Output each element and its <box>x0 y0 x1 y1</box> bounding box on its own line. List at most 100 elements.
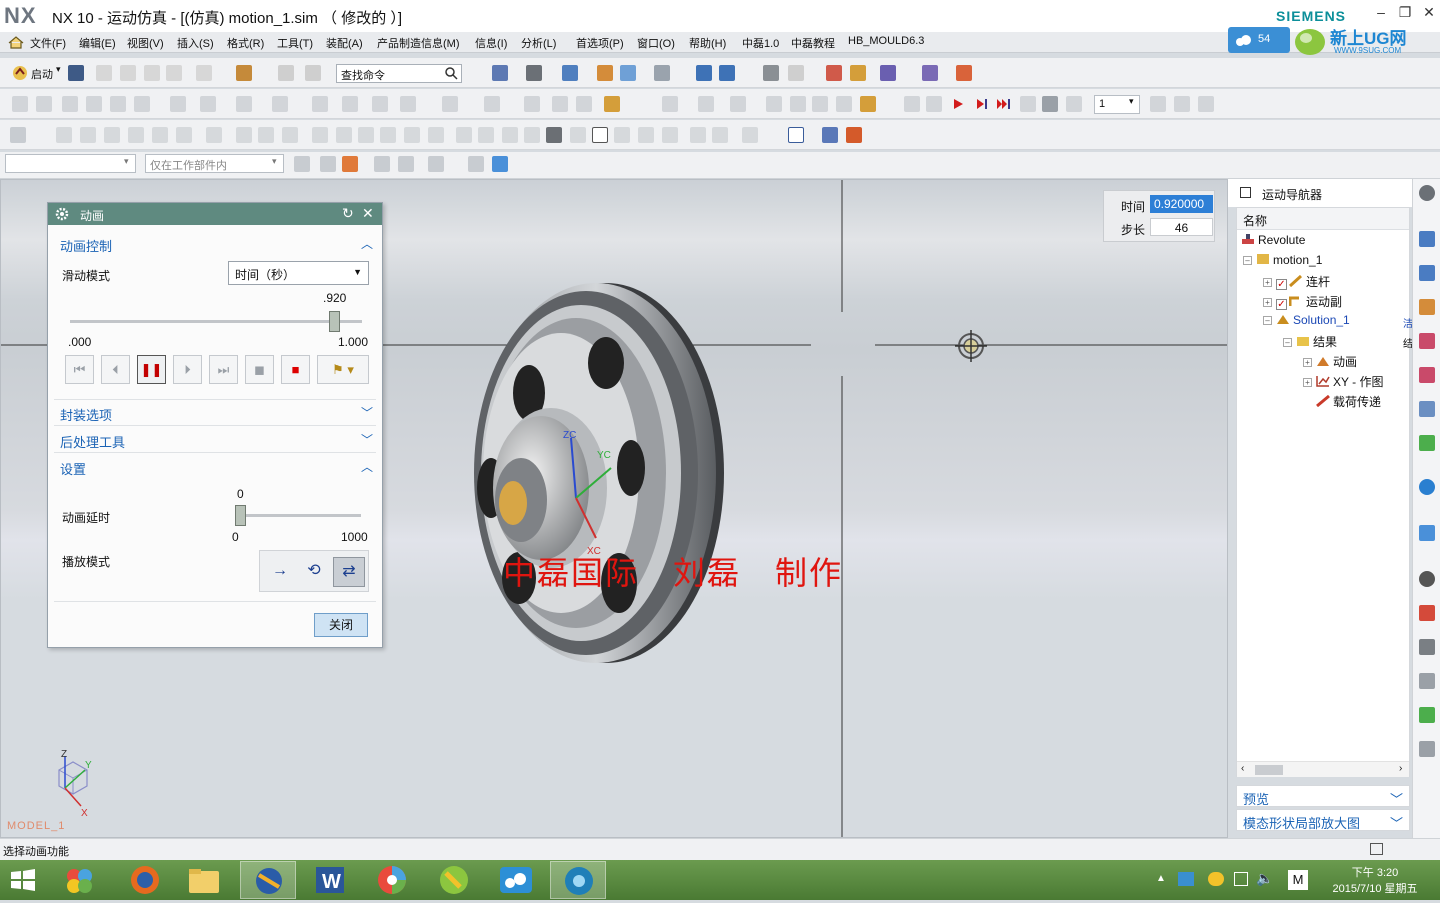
point-on-curve-icon[interactable] <box>236 127 252 143</box>
reuse-library-icon[interactable] <box>1419 367 1435 383</box>
measure-motion-icon[interactable] <box>576 96 592 112</box>
filter-reset-icon[interactable] <box>294 156 310 172</box>
menu-insert[interactable]: 插入(S) <box>177 35 214 51</box>
export-animation-button[interactable]: ⚑ ▾ <box>317 355 369 384</box>
cube-icon[interactable] <box>492 156 508 172</box>
expand-node-icon[interactable]: + <box>1263 298 1272 307</box>
export-icon[interactable] <box>730 96 746 112</box>
delay-slider-thumb[interactable] <box>235 505 246 526</box>
start-dropdown-icon[interactable]: ▾ <box>56 64 61 75</box>
volume-icon[interactable]: 🔈 <box>1256 870 1273 887</box>
deselect-icon[interactable] <box>374 156 390 172</box>
tree-node-xy-plot[interactable]: + XY - 作图 <box>1303 373 1383 393</box>
layer-icon[interactable] <box>597 65 613 81</box>
section-postprocess-tools[interactable]: 后处理工具 <box>60 432 125 451</box>
sensor-icon[interactable] <box>372 96 388 112</box>
dimension-icon[interactable] <box>956 65 972 81</box>
rewind-icon[interactable] <box>904 96 920 112</box>
scroll-left-icon[interactable]: ‹ <box>1241 763 1244 774</box>
menu-zhonglei-tutorial[interactable]: 中磊教程 <box>791 35 835 51</box>
type-filter-combo[interactable] <box>5 154 136 173</box>
curvature-icon[interactable] <box>880 65 896 81</box>
snap-select-icon[interactable] <box>398 156 414 172</box>
stop-icon[interactable] <box>1066 96 1082 112</box>
collapse-node-icon[interactable]: – <box>1283 338 1292 347</box>
rack-icon[interactable] <box>200 96 216 112</box>
grid-icon[interactable] <box>312 127 328 143</box>
undo-icon[interactable] <box>196 65 212 81</box>
navigator-preview-section[interactable]: 预览 ﹀ <box>1236 785 1410 807</box>
show-hide-icon[interactable] <box>620 65 636 81</box>
expand-node-icon[interactable]: + <box>1303 358 1312 367</box>
repeat-command-icon[interactable] <box>236 65 252 81</box>
system-scenes-icon[interactable] <box>1419 673 1435 689</box>
fast-forward-icon[interactable] <box>996 98 1010 110</box>
control-point-icon[interactable] <box>104 127 120 143</box>
motion-navigator-icon[interactable] <box>1419 333 1435 349</box>
play-icon[interactable] <box>952 98 964 110</box>
tray-security-icon[interactable] <box>1208 872 1224 886</box>
menu-format[interactable]: 格式(R) <box>227 35 264 51</box>
tree-node-animation[interactable]: + 动画 <box>1303 353 1357 373</box>
graph-icon[interactable] <box>662 96 678 112</box>
record-button[interactable]: ◼ <box>245 355 274 384</box>
visibility-checkbox[interactable]: ✓ <box>1276 279 1287 290</box>
time-slider[interactable] <box>70 311 362 332</box>
ime-indicator[interactable]: M <box>1288 870 1308 890</box>
taskbar-app-color[interactable] <box>364 861 420 899</box>
group-icon[interactable] <box>690 127 706 143</box>
sheet-icon[interactable] <box>662 127 678 143</box>
collapse-icon[interactable]: ︿ <box>361 235 373 252</box>
movie-icon[interactable] <box>860 96 876 112</box>
list-icon[interactable] <box>638 127 654 143</box>
spring-icon[interactable] <box>86 96 102 112</box>
select-within-icon[interactable] <box>342 156 358 172</box>
function-icon[interactable] <box>62 96 78 112</box>
pause-icon[interactable] <box>1020 96 1036 112</box>
collapse-icon[interactable]: ︿ <box>361 458 373 475</box>
navigator-column-header[interactable]: 名称 <box>1237 208 1409 230</box>
quadrant-icon[interactable] <box>176 127 192 143</box>
scroll-right-icon[interactable]: › <box>1399 763 1402 774</box>
web-browser-icon[interactable] <box>1419 435 1435 451</box>
cut-icon[interactable] <box>96 65 112 81</box>
background-icon[interactable] <box>654 65 670 81</box>
search-icon[interactable] <box>444 66 458 80</box>
interference-icon[interactable] <box>484 96 500 112</box>
menu-hb-mould[interactable]: HB_MOULD6.3 <box>848 35 924 47</box>
next-frame-icon[interactable] <box>976 98 988 110</box>
fast-forward-button[interactable]: ⏭ <box>209 355 238 384</box>
bounded-grid-icon[interactable] <box>282 127 298 143</box>
slide-mode-select[interactable]: 时间（秒） ▼ <box>228 261 369 285</box>
collapse-node-icon[interactable]: – <box>1263 316 1272 325</box>
arrow-icon[interactable] <box>524 127 540 143</box>
menu-preferences[interactable]: 首选项(P) <box>576 35 624 51</box>
reset-icon[interactable]: ↻ <box>342 205 354 222</box>
taskbar-app-green[interactable] <box>426 861 482 899</box>
close-dialog-icon[interactable]: ✕ <box>362 205 374 222</box>
system-materials-icon[interactable] <box>1419 525 1435 541</box>
expand-node-icon[interactable]: + <box>1303 378 1312 387</box>
menu-file[interactable]: 文件(F) <box>30 35 66 51</box>
xyz-icon[interactable] <box>570 127 586 143</box>
menu-view[interactable]: 视图(V) <box>127 35 164 51</box>
taskbar-nx[interactable] <box>240 861 296 899</box>
section-animation-control[interactable]: 动画控制 <box>60 236 112 255</box>
close-button[interactable]: 关闭 <box>314 613 368 637</box>
process-studio-icon[interactable] <box>1419 571 1435 587</box>
rewind-button[interactable]: ⏮ <box>65 355 94 384</box>
pin-icon[interactable] <box>1240 187 1251 198</box>
part-icon[interactable] <box>468 156 484 172</box>
taskbar-word[interactable]: W <box>302 861 358 899</box>
menu-window[interactable]: 窗口(O) <box>637 35 675 51</box>
select-box-icon[interactable] <box>788 127 804 143</box>
touch-mode-icon[interactable] <box>278 65 294 81</box>
expand-icon[interactable]: ﹀ <box>361 404 373 421</box>
square-icon[interactable] <box>592 127 608 143</box>
menu-analysis[interactable]: 分析(L) <box>521 35 556 51</box>
menu-zhonglei[interactable]: 中磊1.0 <box>742 35 779 51</box>
intersection-icon[interactable] <box>128 127 144 143</box>
visibility-checkbox[interactable]: ✓ <box>1276 299 1287 310</box>
manufacturing-wizard-icon[interactable] <box>1419 605 1435 621</box>
time-field[interactable]: 0.920000 <box>1150 195 1213 213</box>
